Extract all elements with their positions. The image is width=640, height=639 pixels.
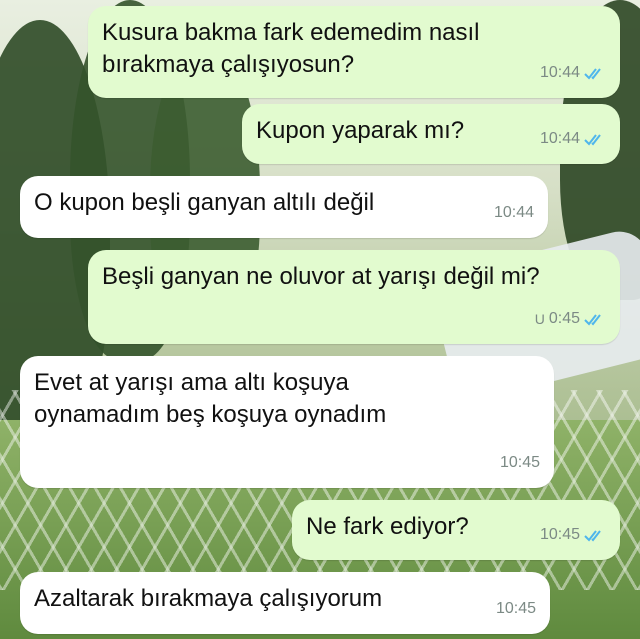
message-time: 10:44 — [493, 204, 534, 221]
message-time: 10:45 — [539, 526, 580, 543]
message-prefix: U — [534, 311, 545, 327]
message-meta: 10:45 — [540, 519, 606, 551]
message-text: Beşli ganyan ne oluvor at yarışı değil m… — [102, 263, 540, 290]
message-time: 10:45 — [495, 600, 536, 617]
message-time: 10:44 — [539, 64, 580, 81]
message-time: 0:45 — [548, 310, 580, 327]
message-text: Azaltarak bırakmaya çalışıyorum — [34, 585, 383, 612]
message-meta: 10:45 — [500, 447, 540, 479]
message-outgoing[interactable]: Beşli ganyan ne oluvor at yarışı değil m… — [88, 250, 620, 344]
double-check-icon — [584, 134, 601, 146]
double-check-icon — [584, 68, 601, 80]
double-check-icon — [584, 530, 601, 542]
message-incoming[interactable]: Azaltarak bırakmaya çalışıyorum 10:45 — [20, 572, 550, 634]
message-time: 10:45 — [499, 454, 540, 471]
message-text: O kupon beşli ganyan altılı değil — [34, 189, 375, 216]
message-incoming[interactable]: Evet at yarışı ama altı koşuya oynamadım… — [20, 356, 554, 488]
message-meta: 10:44 — [540, 57, 606, 89]
message-text: Evet at yarışı ama altı koşuya oynamadım… — [34, 369, 387, 428]
message-incoming[interactable]: O kupon beşli ganyan altılı değil 10:44 — [20, 176, 548, 238]
message-time: 10:44 — [539, 130, 580, 147]
double-check-icon — [584, 314, 601, 326]
message-outgoing[interactable]: Ne fark ediyor? 10:45 — [292, 500, 620, 560]
message-text: Kusura bakma fark edemedim nasıl bırakma… — [102, 19, 480, 78]
message-meta: U 0:45 — [535, 303, 606, 335]
message-outgoing[interactable]: Kupon yaparak mı? 10:44 — [242, 104, 620, 164]
message-outgoing[interactable]: Kusura bakma fark edemedim nasıl bırakma… — [88, 6, 620, 98]
message-meta: 10:44 — [540, 123, 606, 155]
message-meta: 10:44 — [494, 197, 534, 229]
message-meta: 10:45 — [496, 593, 536, 625]
